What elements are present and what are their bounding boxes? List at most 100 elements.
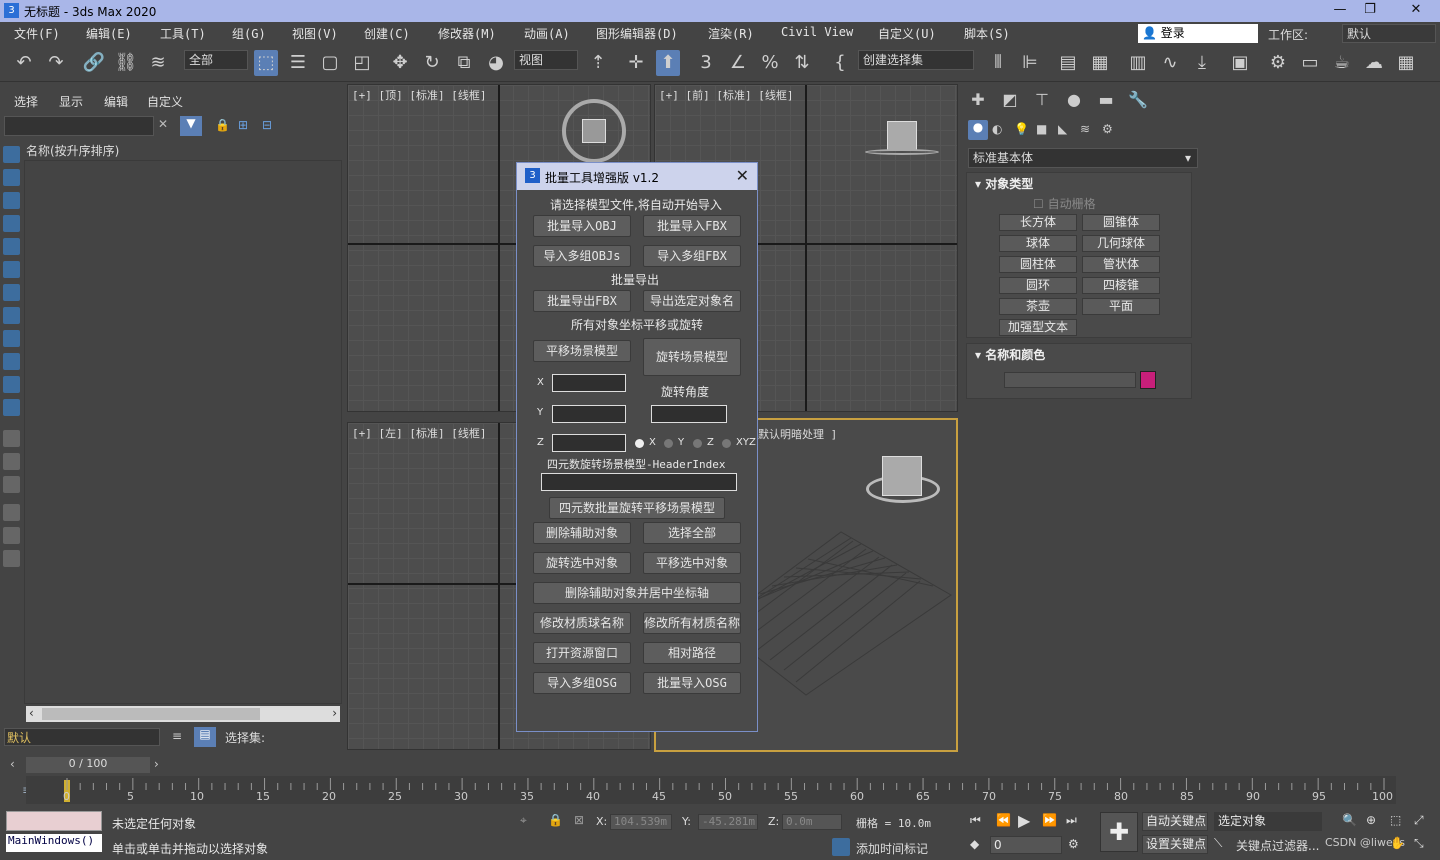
auto-key-button[interactable]: 自动关键点: [1142, 812, 1208, 831]
menu-modifiers[interactable]: 修改器(M): [438, 25, 496, 42]
close-button[interactable]: ✕: [1396, 2, 1436, 20]
tube-button[interactable]: 管状体: [1082, 256, 1160, 273]
object-type-title[interactable]: ▾ 对象类型: [975, 175, 1033, 192]
display-tab-icon[interactable]: ▬: [1094, 90, 1118, 112]
current-frame-field[interactable]: 0: [990, 836, 1062, 854]
filter-groups-icon[interactable]: [3, 284, 20, 301]
box-object-front[interactable]: [887, 121, 917, 151]
angle-snap-icon[interactable]: ∠: [726, 50, 750, 76]
dialog-close-icon[interactable]: ✕: [736, 166, 749, 185]
pan-view-icon[interactable]: ✋: [1390, 836, 1405, 850]
curve-editor-icon[interactable]: ∿: [1158, 50, 1182, 76]
zoom-extents-all-icon[interactable]: ⤢: [1414, 813, 1424, 828]
material-editor-icon[interactable]: ▣: [1228, 50, 1252, 76]
modify-tab-icon[interactable]: ◩: [998, 90, 1022, 112]
selection-filter-select[interactable]: 全部: [184, 50, 248, 70]
delete-helpers-button[interactable]: 删除辅助对象: [533, 522, 631, 544]
filter-helpers-icon[interactable]: [3, 238, 20, 255]
viewport-top-label[interactable]: [+] [顶] [标准] [线框]: [352, 87, 486, 103]
scene-search-input[interactable]: [4, 116, 154, 136]
a360-gallery-icon[interactable]: ▦: [1394, 50, 1418, 76]
named-selection-set-select[interactable]: 创建选择集: [858, 50, 974, 70]
scene-explorer-icon[interactable]: ▤: [1056, 50, 1080, 76]
schematic-view-icon[interactable]: ⤓: [1190, 50, 1214, 76]
import-multi-osg-button[interactable]: 导入多组OSG: [533, 672, 631, 694]
z-coord-field[interactable]: 0.0m: [782, 814, 842, 830]
teapot-button[interactable]: 茶壶: [999, 298, 1077, 315]
zoom-extents-icon[interactable]: ⬚: [1390, 813, 1401, 827]
rect-selection-icon[interactable]: ▢: [318, 50, 342, 76]
header-index-input[interactable]: [541, 473, 737, 491]
primitive-type-select[interactable]: 标准基本体 ▾: [968, 148, 1198, 168]
edit-named-selection-icon[interactable]: {: [828, 50, 852, 76]
hierarchy-tab-icon[interactable]: ⊤: [1030, 90, 1054, 112]
scroll-thumb[interactable]: [42, 708, 260, 720]
batch-import-obj-button[interactable]: 批量导入OBJ: [533, 215, 631, 237]
filter-bones-icon[interactable]: [3, 330, 20, 347]
filter-icon[interactable]: ▼: [180, 116, 202, 136]
radio-axis-z[interactable]: [693, 439, 702, 448]
key-filters-button[interactable]: 关键点过滤器...: [1236, 837, 1319, 854]
menu-animation[interactable]: 动画(A): [524, 25, 570, 42]
clear-search-icon[interactable]: ✕: [158, 117, 168, 131]
folder-icon[interactable]: [3, 550, 20, 567]
reference-coord-select[interactable]: 视图: [514, 50, 578, 70]
rename-material-balls-button[interactable]: 修改材质球名称: [533, 612, 631, 634]
filter-shapes-icon[interactable]: [3, 169, 20, 186]
radio-axis-x[interactable]: [635, 439, 644, 448]
geometry-icon[interactable]: ●: [968, 120, 988, 140]
play-icon[interactable]: ▶: [1018, 811, 1030, 830]
pivot-center-icon[interactable]: ⇡: [586, 50, 610, 76]
import-multi-fbx-button[interactable]: 导入多组FBX: [643, 245, 741, 267]
create-tab-icon[interactable]: ✚: [966, 90, 990, 112]
align-icon[interactable]: ⊫: [1018, 50, 1042, 76]
box-object-persp[interactable]: [882, 456, 922, 496]
box-button[interactable]: 长方体: [999, 214, 1077, 231]
filter-cameras-icon[interactable]: [3, 215, 20, 232]
key-mode-icon[interactable]: ◆: [970, 837, 979, 851]
batch-import-osg-button[interactable]: 批量导入OSG: [643, 672, 741, 694]
trackbar[interactable]: 0 5 10 15 20 25 30 35 40 45 50 55 60 65 …: [26, 776, 1396, 804]
plane-button[interactable]: 平面: [1082, 298, 1160, 315]
lights-icon[interactable]: 💡: [1014, 122, 1029, 136]
place-icon[interactable]: ◕: [484, 50, 508, 76]
menu-civil-view[interactable]: Civil View: [781, 25, 853, 39]
viewport-persp-label[interactable]: 默认明暗处理 ]: [758, 426, 837, 442]
render-setup-icon[interactable]: ⚙: [1266, 50, 1290, 76]
menu-graph-editors[interactable]: 图形编辑器(D): [596, 25, 678, 42]
viewport-front-label[interactable]: [+] [前] [标准] [线框]: [659, 87, 793, 103]
filter-visibility-icon[interactable]: [3, 399, 20, 416]
zoom-all-icon[interactable]: ⊕: [1366, 813, 1376, 827]
time-slider-counter[interactable]: 0 / 100: [26, 757, 150, 773]
x-coord-field[interactable]: 104.539m: [610, 814, 672, 830]
workspace-select[interactable]: 默认: [1342, 24, 1436, 43]
key-filter-select[interactable]: 选定对象: [1214, 812, 1322, 831]
prev-key-icon[interactable]: ⏪: [996, 813, 1011, 827]
batch-import-fbx-button[interactable]: 批量导入FBX: [643, 215, 741, 237]
delete-helpers-center-button[interactable]: 删除辅助对象并居中坐标轴: [533, 582, 741, 604]
filter-lights-icon[interactable]: [3, 192, 20, 209]
render-production-icon[interactable]: ☕: [1330, 50, 1354, 76]
cameras-icon[interactable]: ■: [1036, 122, 1047, 136]
snap-toggle-icon[interactable]: 3: [694, 50, 718, 76]
open-asset-window-button[interactable]: 打开资源窗口: [533, 642, 631, 664]
select-manipulate-icon[interactable]: ✛: [624, 50, 648, 76]
scale-icon[interactable]: ⧉: [452, 50, 476, 76]
layer-select[interactable]: 默认: [4, 728, 160, 746]
cylinder-button[interactable]: 圆柱体: [999, 256, 1077, 273]
scene-menu-display[interactable]: 显示: [59, 93, 83, 110]
menu-views[interactable]: 视图(V): [292, 25, 338, 42]
object-name-input[interactable]: [1004, 372, 1136, 388]
rendered-frame-icon[interactable]: ▭: [1298, 50, 1322, 76]
autogrid-checkbox[interactable]: ☐ 自动栅格: [1033, 195, 1096, 212]
cone-button[interactable]: 圆锥体: [1082, 214, 1160, 231]
hierarchy-icon[interactable]: ⊞: [238, 118, 248, 132]
key-filter-icon[interactable]: ⟍: [1214, 836, 1222, 851]
maximize-viewport-icon[interactable]: ⤡: [1414, 836, 1424, 851]
scene-horizontal-scrollbar[interactable]: ‹ ›: [26, 706, 340, 722]
undo-icon[interactable]: ↶: [12, 50, 36, 76]
rotation-angle-input[interactable]: [651, 405, 727, 423]
shapes-icon[interactable]: ◐: [992, 122, 1002, 136]
layer-sort-icon[interactable]: ⊟: [262, 118, 272, 132]
goto-start-icon[interactable]: ⏮: [970, 813, 981, 828]
